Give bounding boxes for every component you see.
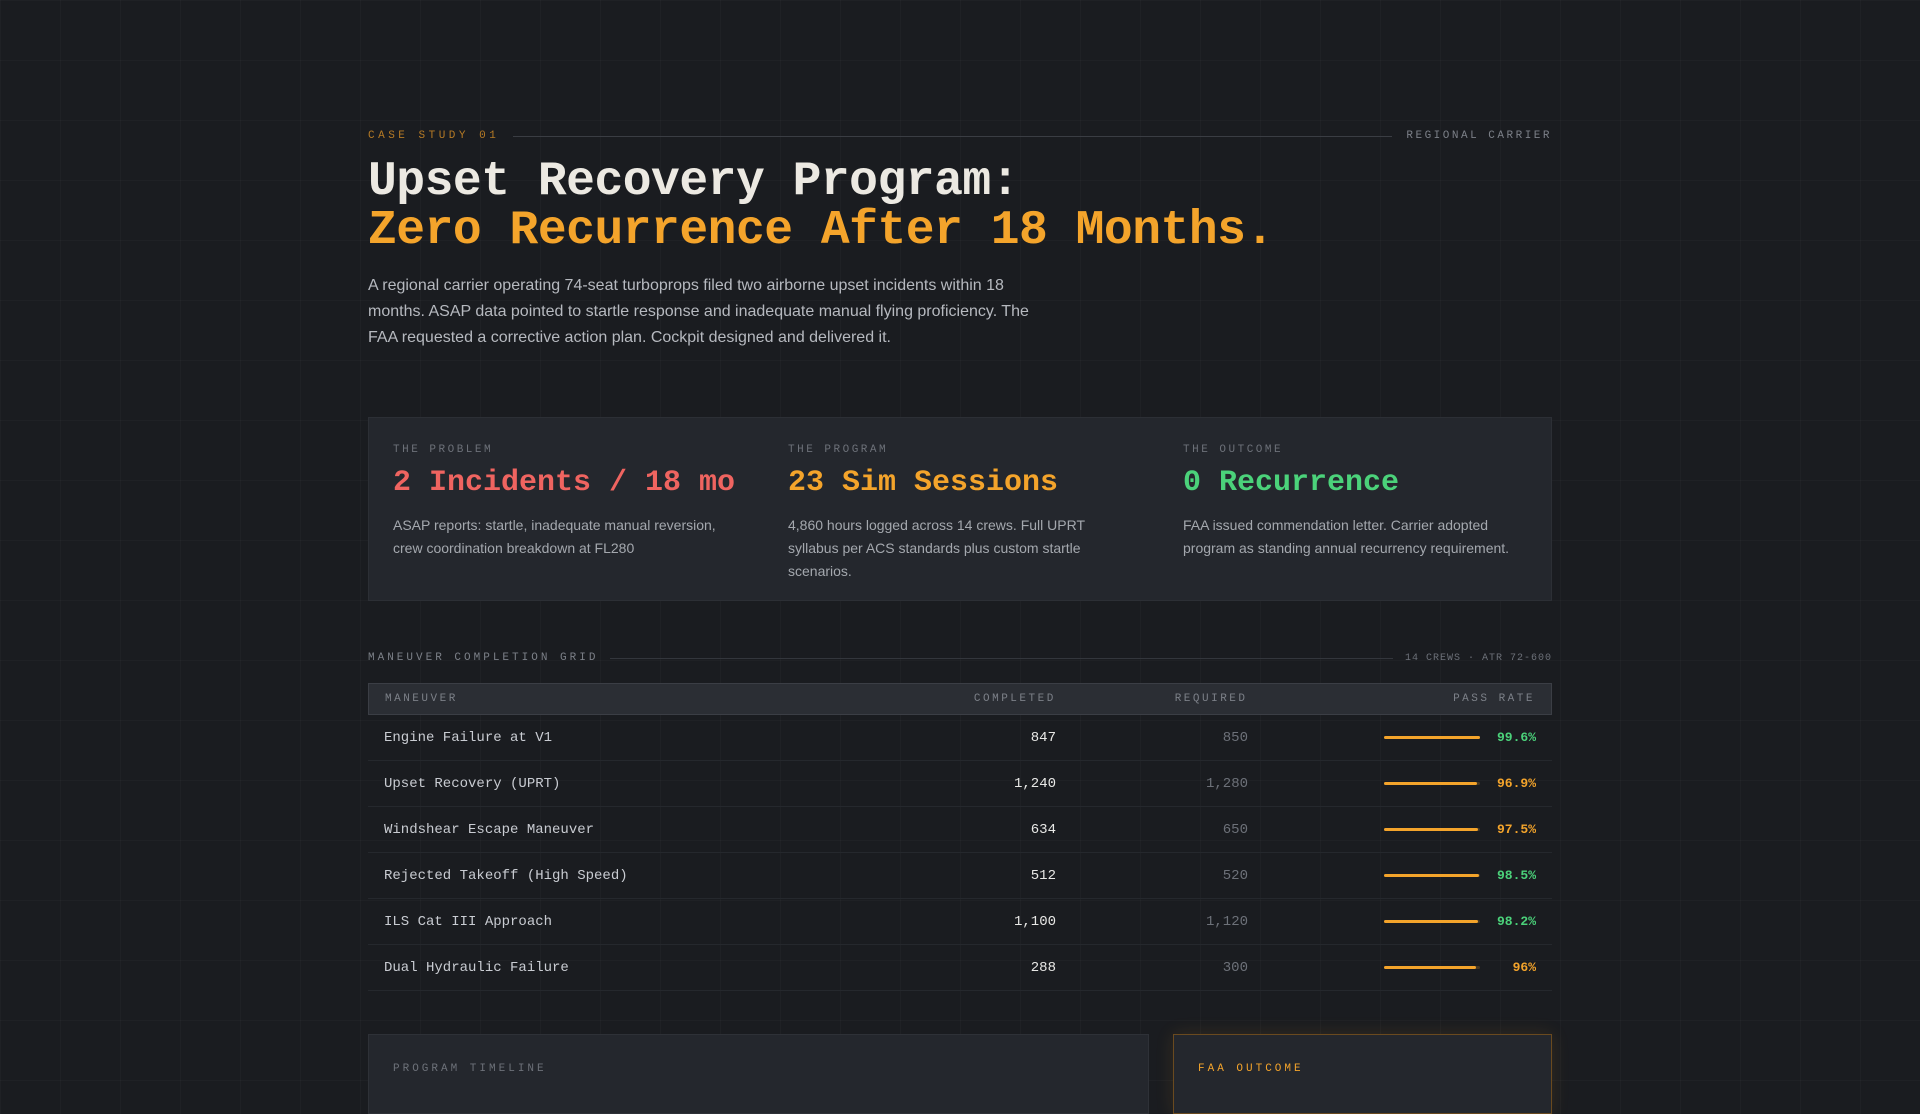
pass-rate-bar-fill (1384, 920, 1479, 923)
pass-rate-bar-fill (1384, 874, 1479, 877)
pass-rate-value: 96% (1512, 960, 1536, 975)
stat-outcome: THE OUTCOME 0 Recurrence FAA issued comm… (1183, 444, 1533, 560)
stat-value: 23 Sim Sessions (788, 466, 1059, 500)
completed-cell: 847 (1030, 729, 1056, 746)
intro-paragraph: A regional carrier operating 74-seat tur… (368, 277, 1029, 346)
pass-rate-bar (1384, 828, 1480, 831)
title-line-2: Zero Recurrence After 18 Months. (368, 204, 1274, 258)
pass-rate-bar (1384, 874, 1480, 877)
pass-rate-value: 99.6% (1496, 730, 1536, 745)
required-cell: 300 (1222, 959, 1248, 976)
maneuver-cell: Rejected Takeoff (High Speed) (384, 867, 628, 884)
maneuver-cell: Dual Hydraulic Failure (384, 959, 569, 976)
maneuver-cell: Windshear Escape Maneuver (384, 821, 595, 838)
required-cell: 650 (1222, 821, 1248, 838)
completed-cell: 512 (1030, 867, 1056, 884)
completed-cell: 288 (1030, 959, 1056, 976)
page-title: Upset Recovery Program: Zero Recurrence … (368, 158, 1274, 256)
stat-description: ASAP reports: startle, inadequate manual… (393, 517, 716, 556)
pass-rate-value: 98.2% (1496, 914, 1536, 929)
completed-cell: 1,100 (1013, 913, 1056, 930)
column-header-maneuver[interactable]: MANEUVER (369, 693, 896, 705)
case-study-eyebrow: CASE STUDY 01 (368, 130, 500, 142)
pass-rate-value: 98.5% (1496, 868, 1536, 883)
pass-rate-bar-fill (1384, 828, 1478, 831)
grid-meta: 14 CREWS · ATR 72-600 (1404, 652, 1552, 664)
table-row: Upset Recovery (UPRT) 1,240 1,280 96.9% (368, 761, 1552, 807)
pass-rate-bar (1384, 966, 1480, 969)
maneuver-cell: Engine Failure at V1 (384, 729, 553, 746)
section-divider (610, 657, 1393, 659)
eyebrow-divider (513, 135, 1393, 137)
table-header: MANEUVER COMPLETED REQUIRED PASS RATE (368, 683, 1552, 715)
column-header-pass-rate[interactable]: PASS RATE (1248, 693, 1552, 705)
required-cell: 1,120 (1205, 913, 1248, 930)
required-cell: 520 (1222, 867, 1248, 884)
stat-label: THE PROGRAM (788, 444, 889, 456)
title-line-1: Upset Recovery Program: (368, 155, 1020, 209)
table-row: Rejected Takeoff (High Speed) 512 520 98… (368, 853, 1552, 899)
required-cell: 850 (1222, 729, 1248, 746)
stat-value: 0 Recurrence (1183, 466, 1400, 500)
stat-program: THE PROGRAM 23 Sim Sessions 4,860 hours … (788, 444, 1138, 583)
pass-rate-cell: 99.6% (1248, 730, 1552, 745)
stat-value: 2 Incidents / 18 mo (393, 466, 736, 500)
pass-rate-cell: 97.5% (1248, 822, 1552, 837)
faa-outcome-label: FAA OUTCOME (1198, 1063, 1304, 1075)
grid-section-header: MANEUVER COMPLETION GRID 14 CREWS · ATR … (368, 650, 1552, 666)
pass-rate-bar-fill (1384, 966, 1477, 969)
eyebrow-row: CASE STUDY 01 REGIONAL CARRIER (368, 128, 1552, 144)
maneuver-table: MANEUVER COMPLETED REQUIRED PASS RATE En… (368, 683, 1552, 991)
column-header-completed[interactable]: COMPLETED (896, 693, 1056, 705)
pass-rate-header-label: PASS RATE (1453, 693, 1535, 705)
pass-rate-value: 97.5% (1496, 822, 1536, 837)
completed-cell: 1,240 (1013, 775, 1056, 792)
table-row: Windshear Escape Maneuver 634 650 97.5% (368, 807, 1552, 853)
stat-label: THE PROBLEM (393, 444, 494, 456)
column-header-required[interactable]: REQUIRED (1056, 693, 1248, 705)
pass-rate-cell: 96.9% (1248, 776, 1552, 791)
pass-rate-bar (1384, 782, 1480, 785)
pass-rate-value: 96.9% (1496, 776, 1536, 791)
completed-cell: 634 (1030, 821, 1056, 838)
pass-rate-bar-fill (1384, 782, 1478, 785)
stat-label: THE OUTCOME (1183, 444, 1284, 456)
pass-rate-bar (1384, 920, 1480, 923)
maneuver-cell: ILS Cat III Approach (384, 913, 553, 930)
pass-rate-bar-fill (1384, 736, 1480, 739)
table-row: Dual Hydraulic Failure 288 300 96% (368, 945, 1552, 991)
pass-rate-bar (1384, 736, 1480, 739)
pass-rate-cell: 98.5% (1248, 868, 1552, 883)
timeline-label: PROGRAM TIMELINE (393, 1063, 547, 1075)
program-timeline-card: PROGRAM TIMELINE (368, 1034, 1149, 1114)
pass-rate-cell: 98.2% (1248, 914, 1552, 929)
carrier-tag: REGIONAL CARRIER (1406, 130, 1552, 142)
pass-rate-cell: 96% (1248, 960, 1552, 975)
required-cell: 1,280 (1205, 775, 1248, 792)
maneuver-cell: Upset Recovery (UPRT) (384, 775, 561, 792)
stat-description: 4,860 hours logged across 14 crews. Full… (788, 517, 1085, 579)
table-row: ILS Cat III Approach 1,100 1,120 98.2% (368, 899, 1552, 945)
table-row: Engine Failure at V1 847 850 99.6% (368, 715, 1552, 761)
stat-description: FAA issued commendation letter. Carrier … (1183, 517, 1510, 556)
faa-outcome-card: FAA OUTCOME (1173, 1034, 1552, 1114)
stats-panel: THE PROBLEM 2 Incidents / 18 mo ASAP rep… (368, 417, 1552, 601)
stat-problem: THE PROBLEM 2 Incidents / 18 mo ASAP rep… (393, 444, 743, 560)
grid-title: MANEUVER COMPLETION GRID (368, 652, 599, 664)
